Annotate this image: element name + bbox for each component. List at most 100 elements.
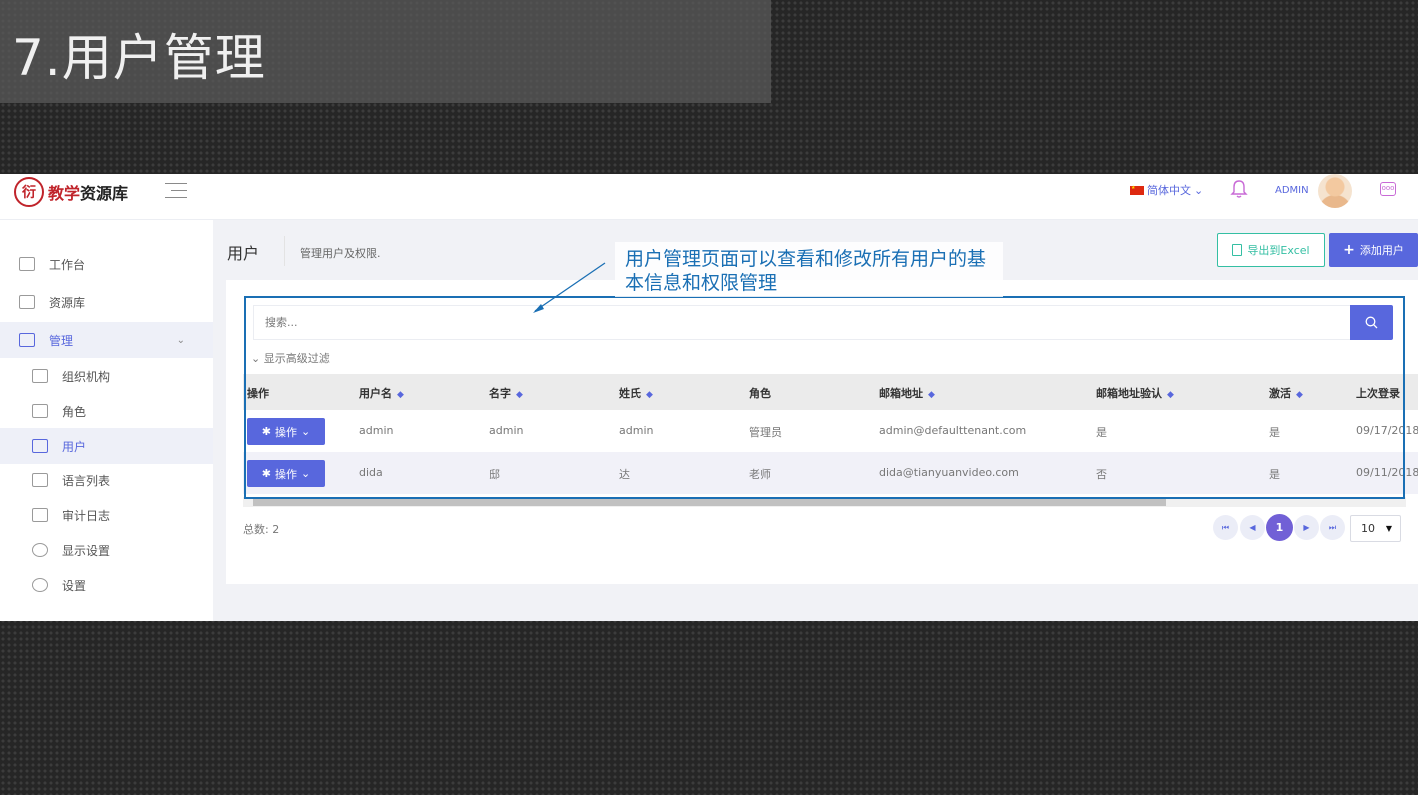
export-excel-label: 导出到Excel bbox=[1247, 244, 1310, 257]
topbar: 衍 教学资源库 简体中文 ⌄ ADMIN ooo bbox=[0, 174, 1418, 220]
sort-icon: ◆ bbox=[1296, 390, 1303, 400]
sort-icon: ◆ bbox=[397, 390, 404, 400]
sidebar-item-management[interactable]: 管理 ⌄ bbox=[0, 322, 213, 358]
header-divider bbox=[284, 236, 285, 266]
sidebar-item-organization[interactable]: 组织机构 bbox=[0, 358, 213, 394]
sidebar-item-label: 资源库 bbox=[49, 295, 86, 310]
sidebar-item-label: 语言列表 bbox=[62, 473, 111, 488]
table-horizontal-scrollbar[interactable] bbox=[243, 497, 1406, 507]
sidebar-item-label: 组织机构 bbox=[62, 369, 111, 384]
gear-icon bbox=[32, 578, 48, 592]
language-selector[interactable]: 简体中文 ⌄ bbox=[1130, 182, 1203, 198]
audit-log-icon bbox=[32, 508, 48, 522]
column-header-last-login: 上次登录 bbox=[1356, 387, 1400, 400]
chat-icon[interactable]: ooo bbox=[1380, 182, 1396, 196]
roles-icon bbox=[32, 404, 48, 418]
sidebar-item-roles[interactable]: 角色 bbox=[0, 393, 213, 429]
last-page-button[interactable]: ⏭ bbox=[1320, 515, 1345, 540]
page-number-button[interactable]: 1 bbox=[1266, 514, 1293, 541]
column-header-username[interactable]: 用户名 ◆ bbox=[359, 385, 404, 401]
excel-file-icon bbox=[1232, 244, 1243, 256]
app-logo-text[interactable]: 教学资源库 bbox=[48, 180, 128, 204]
sidebar-item-label: 审计日志 bbox=[62, 508, 111, 523]
sidebar-item-workbench[interactable]: 工作台 bbox=[0, 246, 213, 282]
column-header-label: 邮箱地址 bbox=[879, 387, 923, 400]
list-icon bbox=[19, 333, 35, 347]
language-label: 简体中文 bbox=[1147, 184, 1191, 197]
cell-email-confirmed: 否 bbox=[1096, 468, 1107, 481]
row-actions-button[interactable]: ✱ 操作 ⌄ bbox=[247, 460, 325, 487]
folder-icon bbox=[19, 295, 35, 309]
cell-username: dida bbox=[359, 466, 383, 479]
scrollbar-thumb[interactable] bbox=[253, 498, 1166, 506]
search-box bbox=[253, 305, 1350, 340]
page-size-value: 10 bbox=[1361, 522, 1375, 535]
sidebar-item-settings[interactable]: 设置 bbox=[0, 567, 213, 603]
chevron-down-icon: ⌄ bbox=[301, 425, 311, 438]
china-flag-icon bbox=[1130, 185, 1144, 195]
cell-roles: 管理员 bbox=[749, 426, 782, 439]
export-excel-button[interactable]: 导出到Excel bbox=[1217, 233, 1325, 267]
dashboard-icon bbox=[19, 257, 35, 271]
user-name[interactable]: ADMIN bbox=[1275, 185, 1309, 196]
callout-arrow-icon bbox=[533, 262, 606, 313]
previous-page-button[interactable]: ◀ bbox=[1240, 515, 1265, 540]
chevron-down-icon: ⌄ bbox=[176, 334, 185, 346]
column-header-email[interactable]: 邮箱地址 ◆ bbox=[879, 385, 935, 401]
sort-icon: ◆ bbox=[1167, 390, 1174, 400]
chevron-down-icon: ⌄ bbox=[301, 467, 311, 480]
column-header-name[interactable]: 名字 ◆ bbox=[489, 385, 523, 401]
cell-active: 是 bbox=[1269, 426, 1280, 439]
advanced-filter-toggle[interactable]: ⌄ 显示高级过滤 bbox=[251, 350, 330, 366]
logo-text-red: 教学 bbox=[48, 184, 81, 203]
cell-surname: admin bbox=[619, 424, 654, 437]
menu-toggle-icon[interactable] bbox=[165, 183, 187, 199]
column-header-active[interactable]: 激活 ◆ bbox=[1269, 385, 1303, 401]
add-user-label: 添加用户 bbox=[1359, 244, 1404, 257]
column-header-email-confirmed[interactable]: 邮箱地址验认 ◆ bbox=[1096, 385, 1174, 401]
column-header-surname[interactable]: 姓氏 ◆ bbox=[619, 385, 653, 401]
sidebar-item-library[interactable]: 资源库 bbox=[0, 284, 213, 320]
first-page-button[interactable]: ⏮ bbox=[1213, 515, 1238, 540]
sort-icon: ◆ bbox=[928, 390, 935, 400]
chevron-down-icon: ⌄ bbox=[1194, 183, 1204, 197]
sidebar-item-languages[interactable]: 语言列表 bbox=[0, 462, 213, 498]
chevron-down-icon: ⌄ bbox=[251, 352, 261, 365]
total-count: 总数: 2 bbox=[243, 523, 280, 536]
cell-name: admin bbox=[489, 424, 524, 437]
sidebar-item-label: 用户 bbox=[62, 439, 87, 454]
gear-icon: ✱ bbox=[261, 425, 271, 438]
search-button[interactable] bbox=[1350, 305, 1393, 340]
org-chart-icon bbox=[32, 369, 48, 383]
row-actions-label: 操作 bbox=[275, 467, 297, 481]
sidebar-item-label: 管理 bbox=[49, 333, 74, 348]
page-size-select[interactable]: 10 ▼ bbox=[1350, 515, 1401, 542]
column-header-roles: 角色 bbox=[749, 387, 771, 400]
sidebar-item-label: 角色 bbox=[62, 404, 87, 419]
sidebar-item-users[interactable]: 用户 bbox=[0, 428, 213, 464]
column-header-label: 姓氏 bbox=[619, 387, 641, 400]
avatar[interactable] bbox=[1318, 174, 1352, 208]
bell-icon[interactable] bbox=[1230, 179, 1248, 199]
add-user-button[interactable]: + 添加用户 bbox=[1329, 233, 1418, 267]
table-row: ✱ 操作 ⌄ dida 邸 达 老师 dida@tianyuanvideo.co… bbox=[243, 452, 1418, 494]
page-title: 用户 bbox=[227, 244, 260, 263]
advanced-filter-label: 显示高级过滤 bbox=[263, 352, 330, 365]
cell-last-login: 09/17/2018 bbox=[1356, 424, 1418, 437]
caret-down-icon: ▼ bbox=[1385, 524, 1392, 533]
callout-text: 用户管理页面可以查看和修改所有用户的基本信息和权限管理 bbox=[625, 248, 987, 294]
sidebar-item-display-settings[interactable]: 显示设置 bbox=[0, 532, 213, 568]
sidebar-item-audit-log[interactable]: 审计日志 bbox=[0, 497, 213, 533]
cell-email: admin@defaulttenant.com bbox=[879, 424, 1027, 437]
cell-last-login: 09/11/2018 bbox=[1356, 466, 1418, 479]
column-header-label: 用户名 bbox=[359, 387, 392, 400]
next-page-button[interactable]: ▶ bbox=[1294, 515, 1319, 540]
search-input[interactable] bbox=[254, 306, 1350, 339]
cell-surname: 达 bbox=[619, 468, 630, 481]
sort-icon: ◆ bbox=[516, 390, 523, 400]
cell-roles: 老师 bbox=[749, 468, 771, 481]
column-header-label: 邮箱地址验认 bbox=[1096, 387, 1162, 400]
hamburger-line bbox=[165, 183, 187, 184]
row-actions-button[interactable]: ✱ 操作 ⌄ bbox=[247, 418, 325, 445]
sidebar-item-label: 显示设置 bbox=[62, 543, 111, 558]
